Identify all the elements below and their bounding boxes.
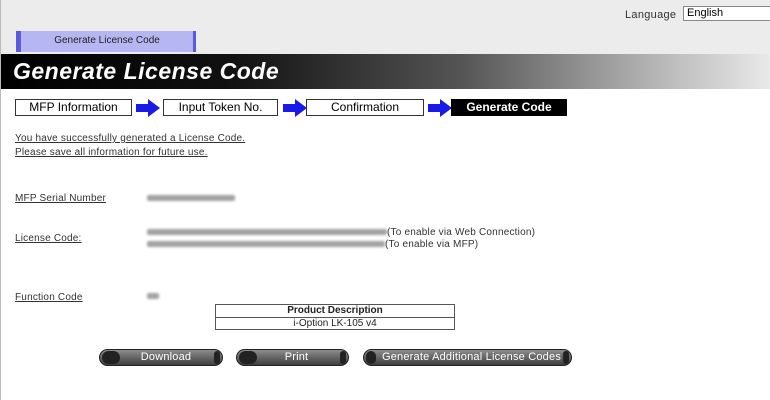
product-description-table: Product Description i-Option LK-105 v4 [215, 304, 455, 330]
license-web-note: (To enable via Web Connection) [387, 227, 536, 238]
serial-number-label: MFP Serial Number [15, 193, 107, 204]
product-description-value: i-Option LK-105 v4 [293, 318, 377, 329]
page-title: Generate License Code [13, 58, 280, 84]
download-button-label: Download [140, 351, 192, 363]
generate-additional-button-label: Generate Additional License Codes [381, 351, 562, 363]
save-note: Please save all information for future u… [15, 147, 208, 158]
step-generate-code: Generate Code [451, 99, 567, 116]
top-bar: Language English Generate License Code [1, 0, 770, 54]
language-label: Language [625, 9, 677, 21]
tab-generate-license-code[interactable]: Generate License Code [16, 31, 196, 52]
step-confirmation: Confirmation [306, 99, 424, 116]
generate-additional-button[interactable]: Generate Additional License Codes [363, 349, 572, 366]
success-message: You have successfully generated a Licens… [15, 133, 246, 144]
language-select[interactable]: English [683, 6, 770, 21]
serial-number-value [147, 193, 235, 204]
function-code-value [147, 291, 159, 302]
button-endcap [340, 351, 346, 364]
step-input-token: Input Token No. [163, 99, 278, 116]
print-button[interactable]: Print [236, 349, 349, 366]
button-endcap [563, 351, 569, 364]
print-button-label: Print [284, 351, 309, 363]
step-arrow-icon [428, 99, 452, 117]
function-code-label: Function Code [15, 292, 83, 303]
license-mfp-note: (To enable via MFP) [385, 239, 479, 250]
license-code-label: License Code: [15, 233, 82, 244]
button-endcap [214, 351, 220, 364]
step-mfp-information: MFP Information [15, 99, 132, 116]
license-code-web: (To enable via Web Connection) [147, 227, 535, 238]
step-arrow-icon [136, 99, 160, 117]
license-code-mfp: (To enable via MFP) [147, 239, 478, 250]
product-description-header: Product Description [216, 305, 454, 318]
download-button[interactable]: Download [99, 349, 223, 366]
step-arrow-icon [283, 99, 307, 117]
title-band: Generate License Code [1, 54, 770, 89]
